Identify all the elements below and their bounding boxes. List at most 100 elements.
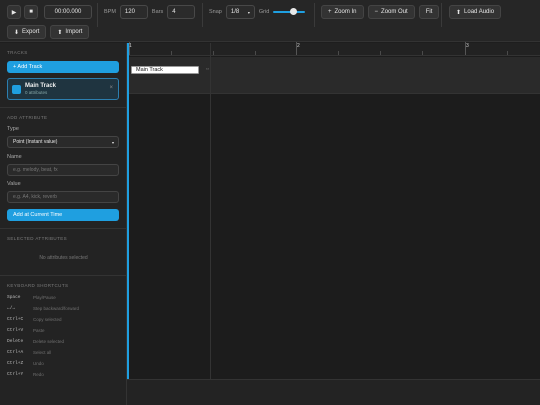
bars-input[interactable]: 4 bbox=[167, 5, 196, 19]
no-selection-text: No attributes selected bbox=[39, 255, 88, 261]
shortcut-key: Ctrl+Z bbox=[7, 361, 24, 366]
shortcut-desc: Delete selected bbox=[33, 339, 65, 344]
grid-label: Grid bbox=[258, 9, 270, 15]
zoom-group: + Zoom In − Zoom Out Fit bbox=[321, 5, 440, 19]
shortcut-row: Ctrl+Y Redo bbox=[7, 372, 44, 377]
beat-tick bbox=[422, 51, 423, 55]
section-divider bbox=[0, 275, 127, 276]
file-group: ⬇ Export ⬆ Import bbox=[7, 25, 90, 39]
value-label: Value bbox=[7, 181, 21, 187]
toolbar-divider bbox=[97, 3, 98, 27]
section-divider bbox=[0, 228, 127, 229]
audio-group: ⬆ Load Audio bbox=[449, 5, 502, 19]
add-at-current-time-button[interactable]: Add at Current Time bbox=[7, 209, 119, 221]
import-button[interactable]: ⬆ Import bbox=[50, 25, 90, 39]
export-button[interactable]: ⬇ Export bbox=[7, 25, 47, 39]
stop-icon: ■ bbox=[29, 9, 33, 15]
fit-button[interactable]: Fit bbox=[418, 5, 440, 19]
shortcut-row: Ctrl+C Copy selected bbox=[7, 317, 62, 322]
zoom-in-button[interactable]: + Zoom In bbox=[321, 5, 364, 19]
shortcut-row: Delete Delete selected bbox=[7, 339, 64, 344]
shortcut-row: Ctrl+Z Undo bbox=[7, 361, 44, 366]
shortcut-key: ←/→ bbox=[7, 306, 16, 311]
snap-value: 1/8 bbox=[230, 9, 240, 15]
add-track-button[interactable]: + Add Track bbox=[7, 61, 119, 73]
shortcut-desc: Select all bbox=[33, 350, 52, 355]
beat-tick bbox=[380, 51, 381, 55]
shortcut-desc: Play/Pause bbox=[33, 295, 56, 300]
type-select[interactable]: Point (Instant value) ▾ bbox=[7, 136, 119, 148]
minus-icon: − bbox=[374, 9, 379, 15]
slider-thumb[interactable] bbox=[290, 8, 298, 15]
value-input[interactable]: e.g. A4, kick, reverb bbox=[7, 191, 119, 203]
shortcut-row: ←/→ Step backward/forward bbox=[7, 306, 79, 311]
name-input[interactable]: e.g. melody, beat, fx bbox=[7, 164, 119, 176]
snap-select[interactable]: 1/8 ▾ bbox=[225, 5, 255, 19]
snap-group: Snap 1/8 ▾ Grid bbox=[209, 5, 306, 19]
shortcut-row: Ctrl+A Select all bbox=[7, 350, 51, 355]
chevron-down-icon: ▾ bbox=[247, 9, 250, 15]
toolbar: ▶ ■ 00:00.000 BPM 120 Bars 4 Snap 1/8 ▾ … bbox=[0, 0, 540, 42]
beat-tick bbox=[507, 51, 508, 55]
shortcut-desc: Copy selected bbox=[33, 317, 62, 322]
export-label: Export bbox=[22, 29, 40, 35]
upload-icon: ⬆ bbox=[456, 9, 462, 16]
track-name: Main Track bbox=[25, 83, 57, 89]
plus-icon: + bbox=[328, 9, 332, 15]
shortcut-key: Ctrl+V bbox=[7, 328, 24, 333]
snap-label: Snap bbox=[209, 9, 222, 15]
load-audio-button[interactable]: ⬆ Load Audio bbox=[449, 5, 502, 19]
play-icon: ▶ bbox=[11, 9, 17, 16]
toolbar-divider bbox=[314, 3, 315, 27]
section-divider bbox=[0, 107, 127, 108]
beat-tick bbox=[338, 51, 339, 55]
shortcut-key: Delete bbox=[7, 339, 24, 344]
toolbar-divider bbox=[202, 3, 203, 27]
tracks-section-title: TRACKS bbox=[7, 50, 28, 55]
play-button[interactable]: ▶ bbox=[7, 5, 21, 19]
toolbar-divider bbox=[441, 3, 442, 27]
bpm-input[interactable]: 120 bbox=[119, 5, 148, 19]
shortcut-desc: Step backward/forward bbox=[33, 306, 80, 311]
selected-attributes-section-title: SELECTED ATTRIBUTES bbox=[7, 236, 68, 241]
import-label: Import bbox=[65, 29, 83, 35]
shortcut-row: Space Play/Pause bbox=[7, 295, 56, 300]
timeline[interactable]: 1 2 3 Main Track ⇔ bbox=[127, 42, 540, 405]
track-color-swatch bbox=[12, 85, 21, 94]
playhead[interactable] bbox=[127, 43, 129, 379]
timeline-footer bbox=[127, 379, 540, 405]
stop-button[interactable]: ■ bbox=[24, 5, 38, 19]
slider-track bbox=[273, 11, 306, 13]
track-item[interactable]: Main Track 0 attributes × bbox=[7, 78, 119, 100]
type-value: Point (Instant value) bbox=[13, 139, 58, 145]
shortcut-desc: Paste bbox=[33, 328, 45, 333]
download-icon: ⬇ bbox=[14, 29, 20, 36]
bars-label: Bars bbox=[151, 9, 164, 15]
timeline-ruler[interactable]: 1 2 3 bbox=[127, 42, 540, 56]
track-label-input[interactable]: Main Track bbox=[131, 66, 199, 74]
grid-slider[interactable] bbox=[273, 8, 306, 16]
upload-icon: ⬆ bbox=[57, 29, 63, 36]
sidebar: TRACKS + Add Track Main Track 0 attribut… bbox=[0, 43, 127, 405]
tempo-group: BPM 120 Bars 4 bbox=[104, 5, 196, 19]
bpm-label: BPM bbox=[104, 9, 116, 15]
shortcut-desc: Redo bbox=[33, 372, 44, 377]
zoom-out-button[interactable]: − Zoom Out bbox=[367, 5, 415, 19]
keyboard-shortcuts-section-title: KEYBOARD SHORTCUTS bbox=[7, 283, 69, 288]
shortcut-key: Ctrl+C bbox=[7, 317, 24, 322]
shortcut-row: Ctrl+V Paste bbox=[7, 328, 45, 333]
track-attr-count: 0 attributes bbox=[25, 90, 48, 95]
track-lane[interactable]: Main Track ⇔ bbox=[127, 57, 540, 94]
beat-tick bbox=[255, 51, 256, 55]
shortcut-desc: Undo bbox=[33, 361, 44, 366]
beat-tick bbox=[171, 51, 172, 55]
shortcut-key: Space bbox=[7, 295, 21, 300]
transport-group: ▶ ■ 00:00.000 bbox=[7, 5, 92, 19]
zoom-in-label: Zoom In bbox=[334, 9, 357, 15]
type-label: Type bbox=[7, 126, 19, 132]
close-icon[interactable]: × bbox=[109, 85, 113, 91]
shortcut-key: Ctrl+Y bbox=[7, 372, 24, 377]
beat-tick bbox=[213, 51, 214, 55]
load-audio-label: Load Audio bbox=[464, 9, 495, 15]
zoom-out-label: Zoom Out bbox=[381, 9, 408, 15]
